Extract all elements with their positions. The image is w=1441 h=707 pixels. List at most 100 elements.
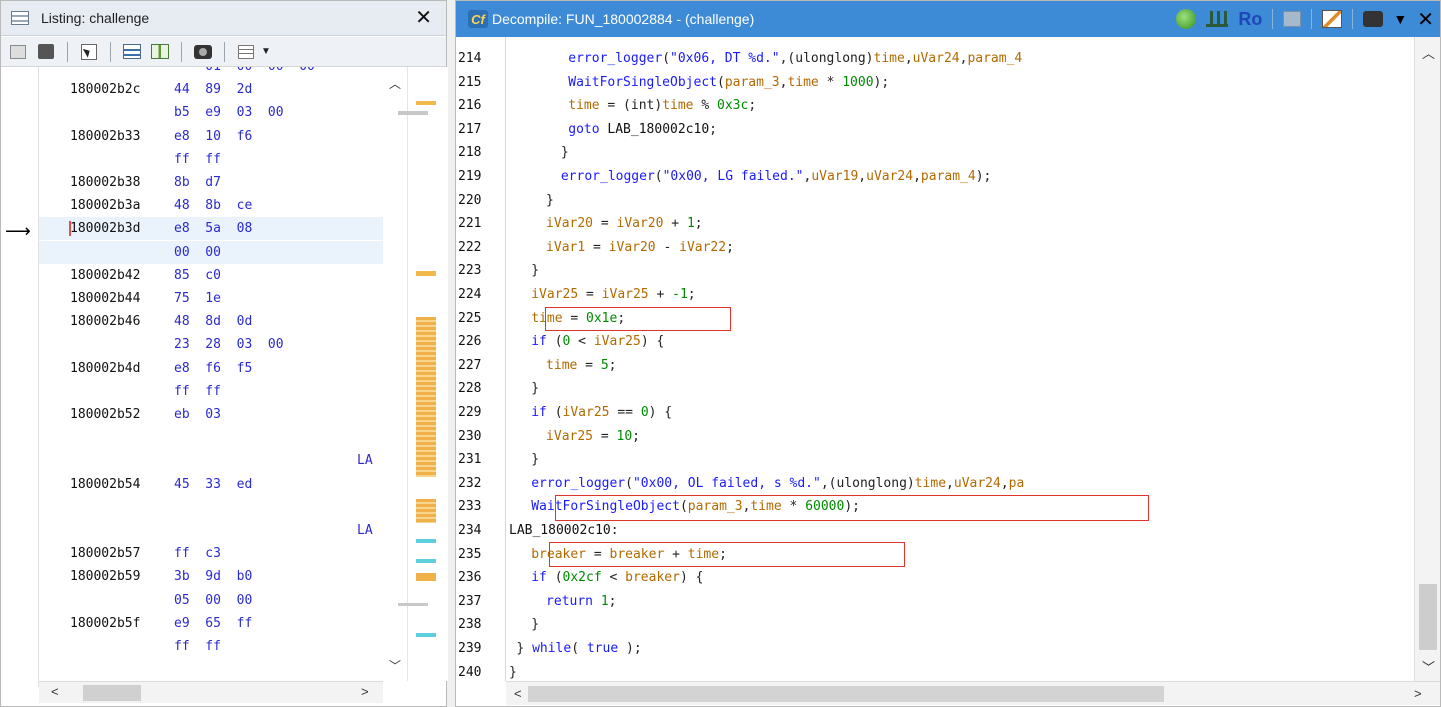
- code-token[interactable]: ;: [726, 240, 734, 255]
- listing-row[interactable]: [39, 426, 174, 449]
- code-token[interactable]: iVar22: [679, 240, 726, 255]
- code-token[interactable]: time: [915, 476, 946, 491]
- listing-row[interactable]: 01 00 00 00: [39, 67, 315, 78]
- code-text[interactable]: goto LAB_180002c10;: [568, 118, 717, 142]
- code-token[interactable]: (: [662, 51, 670, 66]
- code-line[interactable]: 234 LAB_180002c10:: [456, 519, 1414, 543]
- code-token[interactable]: if: [531, 570, 547, 585]
- code-line[interactable]: 224 iVar25 = iVar25 + -1;: [456, 283, 1414, 307]
- snapshot-camera-icon[interactable]: [192, 41, 214, 63]
- refresh-icon[interactable]: [1176, 9, 1197, 29]
- field-layout-icon[interactable]: [235, 41, 257, 63]
- code-token[interactable]: time: [662, 98, 693, 113]
- code-token[interactable]: =: [593, 216, 616, 231]
- code-token[interactable]: "0x00, LG failed.": [663, 169, 804, 184]
- graph-icon[interactable]: [1206, 11, 1229, 27]
- code-token[interactable]: 10: [617, 429, 633, 444]
- listing-row[interactable]: 05 00 00: [39, 589, 252, 612]
- listing-title-bar[interactable]: Listing: challenge ✕: [1, 1, 446, 36]
- code-token[interactable]: ) {: [680, 570, 703, 585]
- code-token[interactable]: (: [625, 476, 633, 491]
- code-token[interactable]: <: [602, 570, 625, 585]
- code-token[interactable]: if: [531, 334, 547, 349]
- chevron-left-icon[interactable]: <: [51, 684, 59, 699]
- listing-label[interactable]: LA: [357, 519, 373, 542]
- code-line[interactable]: 219 error_logger("0x00, LG failed.",uVar1…: [456, 165, 1414, 189]
- code-token[interactable]: error_logger: [561, 169, 655, 184]
- code-token[interactable]: 0: [641, 405, 649, 420]
- code-token[interactable]: iVar25: [602, 287, 649, 302]
- code-token[interactable]: (: [547, 334, 563, 349]
- code-token[interactable]: LAB_180002c10: [509, 523, 611, 538]
- code-line[interactable]: 215 WaitForSingleObject(param_3,time * 10…: [456, 71, 1414, 95]
- code-token[interactable]: 1: [601, 594, 609, 609]
- read-only-toggle[interactable]: Ro: [1238, 9, 1262, 30]
- listing-row[interactable]: 180002b3a 48 8b ce: [39, 194, 252, 217]
- code-token[interactable]: ;: [632, 429, 640, 444]
- listing-row[interactable]: 180002b54 45 33 ed: [39, 473, 252, 496]
- code-token[interactable]: -1: [672, 287, 688, 302]
- code-token[interactable]: goto: [568, 122, 599, 137]
- code-token[interactable]: "0x06, DT %d.": [670, 51, 780, 66]
- code-token[interactable]: ;: [695, 216, 703, 231]
- code-text[interactable]: LAB_180002c10:: [509, 519, 619, 543]
- code-line[interactable]: 229 if (iVar25 == 0) {: [456, 401, 1414, 425]
- listing-row[interactable]: 180002b2c 44 89 2d: [39, 78, 252, 101]
- listing-code-area[interactable]: 01 00 00 00 180002b2c 44 89 2d b5 e9 03 00 1…: [39, 67, 383, 687]
- code-token[interactable]: ==: [610, 405, 641, 420]
- listing-row[interactable]: 180002b57 ff c3: [39, 542, 221, 565]
- listing-row[interactable]: LA: [39, 449, 373, 472]
- code-text[interactable]: WaitForSingleObject(param_3,time * 1000)…: [568, 71, 889, 95]
- edit-signature-icon[interactable]: [1322, 10, 1343, 28]
- code-text[interactable]: if (iVar25 == 0) {: [531, 401, 672, 425]
- listing-overview-bar[interactable]: [398, 67, 447, 681]
- decompile-vertical-scrollbar[interactable]: ︿ ﹀: [1414, 37, 1440, 681]
- code-token[interactable]: ,: [858, 169, 866, 184]
- code-text[interactable]: }: [531, 377, 539, 401]
- listing-row[interactable]: LA: [39, 519, 373, 542]
- code-token[interactable]: ,(ulonglong): [780, 51, 874, 66]
- code-token[interactable]: ,: [913, 169, 921, 184]
- code-token[interactable]: uVar24: [866, 169, 913, 184]
- code-token[interactable]: ) {: [649, 405, 672, 420]
- code-token[interactable]: );: [976, 169, 992, 184]
- cursor-icon[interactable]: [78, 41, 100, 63]
- close-icon[interactable]: ✕: [1417, 7, 1434, 32]
- code-text[interactable]: iVar20 = iVar20 + 1;: [546, 212, 703, 236]
- listing-row[interactable]: 180002b52 eb 03: [39, 403, 221, 426]
- listing-label[interactable]: LA: [357, 449, 373, 472]
- code-token[interactable]: iVar20: [546, 216, 593, 231]
- code-line[interactable]: 226 if (0 < iVar25) {: [456, 330, 1414, 354]
- code-line[interactable]: 240}: [456, 661, 1414, 681]
- code-token[interactable]: ,: [946, 476, 954, 491]
- code-token[interactable]: uVar24: [913, 51, 960, 66]
- code-line[interactable]: 216 time = (int)time % 0x3c;: [456, 94, 1414, 118]
- code-token[interactable]: (: [547, 405, 563, 420]
- code-token[interactable]: =: [578, 287, 601, 302]
- code-token[interactable]: +: [663, 216, 686, 231]
- code-line[interactable]: 228}: [456, 377, 1414, 401]
- code-token[interactable]: =: [585, 240, 608, 255]
- code-token[interactable]: }: [531, 381, 539, 396]
- listing-content[interactable]: ⟶ 01 00 00 00 180002b2c 44 89 2d b5 e9 03 0…: [1, 67, 448, 687]
- flow-arrows-icon[interactable]: [121, 41, 143, 63]
- code-token[interactable]: 5: [601, 358, 609, 373]
- code-text[interactable]: }: [561, 141, 569, 165]
- code-line[interactable]: 223}: [456, 259, 1414, 283]
- code-token[interactable]: }: [531, 617, 539, 632]
- code-text[interactable]: }: [531, 259, 539, 283]
- code-token[interactable]: ;: [709, 122, 717, 137]
- code-token[interactable]: time: [874, 51, 905, 66]
- code-token[interactable]: uVar19: [811, 169, 858, 184]
- decompile-content[interactable]: 214 error_logger("0x06, DT %d.",(ulonglon…: [456, 37, 1440, 681]
- code-token[interactable]: ) {: [641, 334, 664, 349]
- code-token[interactable]: }: [509, 665, 517, 680]
- code-token[interactable]: }: [546, 193, 554, 208]
- code-token[interactable]: }: [516, 641, 532, 656]
- code-token[interactable]: param_4: [921, 169, 976, 184]
- code-line[interactable]: 238}: [456, 613, 1414, 637]
- code-token[interactable]: iVar25: [563, 405, 610, 420]
- scroll-thumb[interactable]: [528, 686, 1164, 702]
- code-text[interactable]: }: [546, 189, 554, 213]
- code-text[interactable]: error_logger("0x06, DT %d.",(ulonglong)t…: [568, 47, 1022, 71]
